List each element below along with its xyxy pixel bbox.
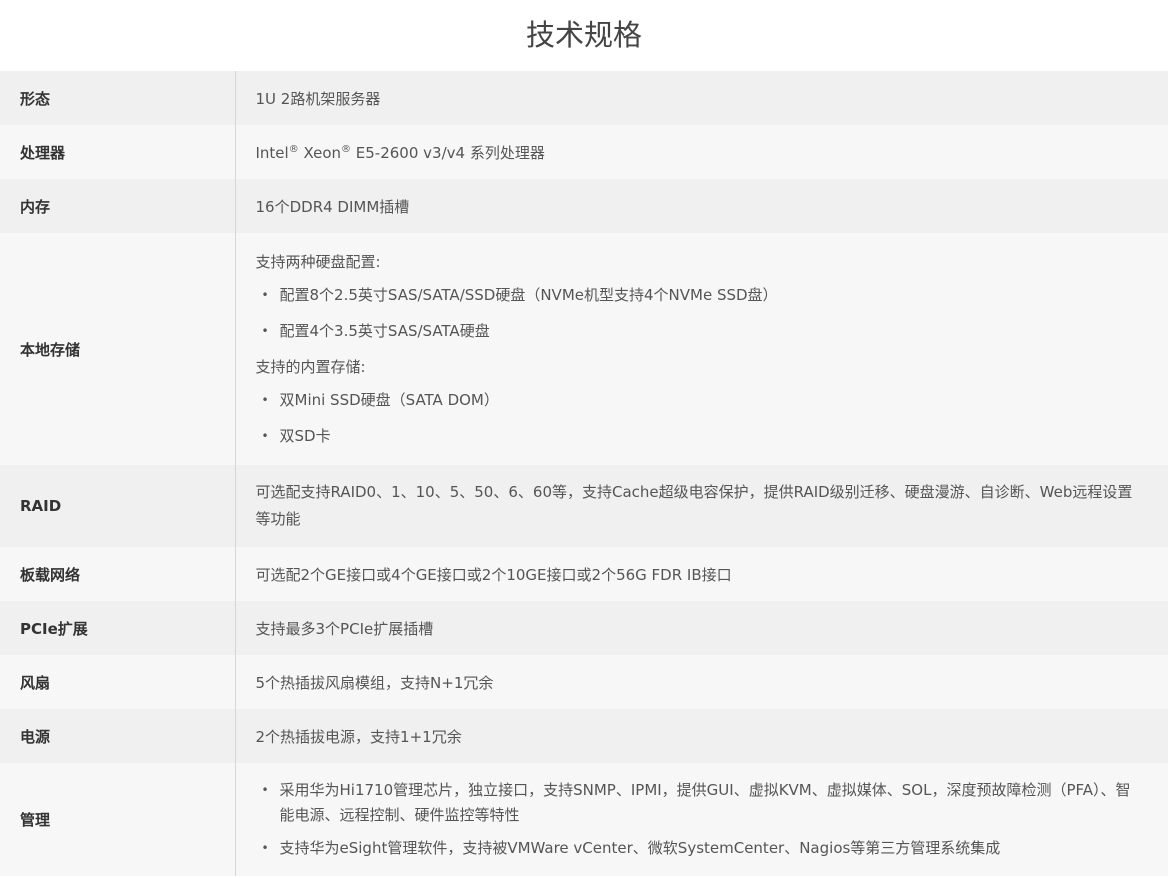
spec-key: 形态 xyxy=(0,71,236,125)
mgmt-list: • 采用华为Hi1710管理芯片，独立接口，支持SNMP、IPMI，提供GUI、虚… xyxy=(256,778,1143,861)
list-item: • 采用华为Hi1710管理芯片，独立接口，支持SNMP、IPMI，提供GUI、虚… xyxy=(256,778,1143,828)
spec-row-storage: 本地存储 支持两种硬盘配置: • 配置8个2.5英寸SAS/SATA/SSD硬盘（… xyxy=(0,233,1168,465)
list-item: • 配置4个3.5英寸SAS/SATA硬盘 xyxy=(256,318,1143,345)
spec-value: • 采用华为Hi1710管理芯片，独立接口，支持SNMP、IPMI，提供GUI、虚… xyxy=(235,763,1168,876)
spec-value: 16个DDR4 DIMM插槽 xyxy=(235,179,1168,233)
spec-row-mgmt: 管理 • 采用华为Hi1710管理芯片，独立接口，支持SNMP、IPMI，提供GU… xyxy=(0,763,1168,876)
spec-value: 5个热插拔风扇模组，支持N+1冗余 xyxy=(235,655,1168,709)
spec-key: 本地存储 xyxy=(0,233,236,465)
spec-row-cpu: 处理器 Intel® Xeon® E5-2600 v3/v4 系列处理器 xyxy=(0,125,1168,179)
storage-intro: 支持两种硬盘配置: xyxy=(255,252,381,271)
registered-mark: ® xyxy=(288,143,299,155)
registered-mark: ® xyxy=(341,143,352,155)
spec-row-network: 板载网络 可选配2个GE接口或4个GE接口或2个10GE接口或2个56G FDR… xyxy=(0,547,1168,601)
spec-value: 1U 2路机架服务器 xyxy=(235,71,1168,125)
bullet-icon: • xyxy=(261,392,269,407)
spec-key: 板载网络 xyxy=(0,547,236,601)
bullet-icon: • xyxy=(261,323,269,338)
spec-key: 电源 xyxy=(0,709,236,763)
bullet-icon: • xyxy=(261,428,269,443)
cpu-model: E5-2600 v3/v4 系列处理器 xyxy=(351,143,545,162)
spec-value: 支持最多3个PCIe扩展插槽 xyxy=(235,601,1168,655)
storage-internal-list: • 双Mini SSD硬盘（SATA DOM） • 双SD卡 xyxy=(256,387,1143,450)
spec-value: 可选配支持RAID0、1、10、5、50、6、60等，支持Cache超级电容保护… xyxy=(235,465,1168,547)
spec-value: 可选配2个GE接口或4个GE接口或2个10GE接口或2个56G FDR IB接口 xyxy=(235,547,1168,601)
spec-key: 内存 xyxy=(0,179,236,233)
spec-row-fan: 风扇 5个热插拔风扇模组，支持N+1冗余 xyxy=(0,655,1168,709)
list-item: • 双Mini SSD硬盘（SATA DOM） xyxy=(256,387,1143,414)
storage-intro: 支持的内置存储: xyxy=(255,357,366,376)
spec-key: 风扇 xyxy=(0,655,236,709)
list-item: • 配置8个2.5英寸SAS/SATA/SSD硬盘（NVMe机型支持4个NVMe … xyxy=(256,282,1143,309)
spec-key: RAID xyxy=(0,465,236,547)
cpu-brand-xeon: Xeon xyxy=(298,143,342,162)
spec-key: 管理 xyxy=(0,763,236,876)
storage-config-list: • 配置8个2.5英寸SAS/SATA/SSD硬盘（NVMe机型支持4个NVMe … xyxy=(256,282,1143,345)
bullet-icon: • xyxy=(261,783,269,797)
spec-row-form: 形态 1U 2路机架服务器 xyxy=(0,71,1168,125)
spec-row-memory: 内存 16个DDR4 DIMM插槽 xyxy=(0,179,1168,233)
spec-key: PCIe扩展 xyxy=(0,601,236,655)
spec-key: 处理器 xyxy=(0,125,236,179)
cpu-brand-intel: Intel xyxy=(255,143,289,162)
spec-value: 支持两种硬盘配置: • 配置8个2.5英寸SAS/SATA/SSD硬盘（NVMe机… xyxy=(235,233,1168,465)
spec-table: 形态 1U 2路机架服务器 处理器 Intel® Xeon® E5-2600 v… xyxy=(0,71,1168,876)
page-title: 技术规格 xyxy=(525,18,642,52)
spec-value: Intel® Xeon® E5-2600 v3/v4 系列处理器 xyxy=(235,125,1168,179)
list-item: • 支持华为eSight管理软件，支持被VMWare vCenter、微软Syst… xyxy=(256,836,1143,861)
spec-value: 2个热插拔电源，支持1+1冗余 xyxy=(235,709,1168,763)
spec-row-power: 电源 2个热插拔电源，支持1+1冗余 xyxy=(0,709,1168,763)
list-item: • 双SD卡 xyxy=(256,423,1143,450)
spec-row-pcie: PCIe扩展 支持最多3个PCIe扩展插槽 xyxy=(0,601,1168,655)
spec-row-raid: RAID 可选配支持RAID0、1、10、5、50、6、60等，支持Cache超… xyxy=(0,465,1168,547)
bullet-icon: • xyxy=(261,287,269,302)
bullet-icon: • xyxy=(261,841,269,855)
